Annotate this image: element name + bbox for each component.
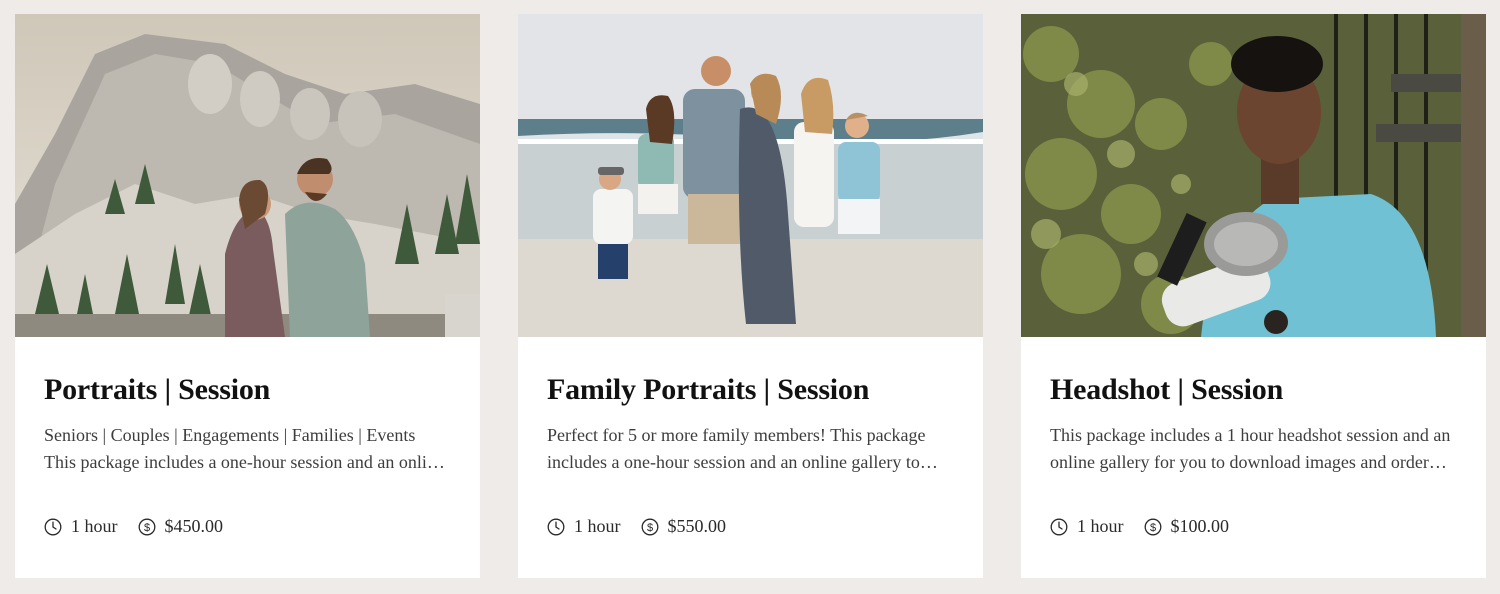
duration-text: 1 hour xyxy=(71,516,118,536)
price: $ $550.00 xyxy=(641,516,727,537)
clock-icon xyxy=(44,518,62,535)
duration: 1 hour xyxy=(1050,516,1124,537)
service-card-portraits[interactable]: Portraits | Session Seniors | Couples | … xyxy=(15,14,480,578)
price-text: $100.00 xyxy=(1170,516,1230,536)
service-photo-family[interactable] xyxy=(518,14,983,337)
service-card-headshot[interactable]: Headshot | Session This package includes… xyxy=(1021,14,1486,578)
duration-text: 1 hour xyxy=(1077,516,1124,536)
dollar-circle-icon: $ xyxy=(641,518,658,535)
service-title[interactable]: Family Portraits | Session xyxy=(547,373,954,406)
price: $ $100.00 xyxy=(1144,516,1230,537)
price: $ $450.00 xyxy=(138,516,224,537)
clock-icon xyxy=(1050,518,1068,535)
dollar-circle-icon: $ xyxy=(1144,518,1161,535)
service-photo-portraits[interactable] xyxy=(15,14,480,337)
price-text: $550.00 xyxy=(667,516,727,536)
service-meta: 1 hour $ $450.00 xyxy=(44,516,243,537)
service-grid: Portraits | Session Seniors | Couples | … xyxy=(0,0,1500,594)
dollar-circle-icon: $ xyxy=(138,518,155,535)
service-description: Perfect for 5 or more family members! Th… xyxy=(547,425,926,472)
service-photo-headshot[interactable] xyxy=(1021,14,1486,337)
duration: 1 hour xyxy=(547,516,621,537)
service-description: Seniors | Couples | Engagements | Famili… xyxy=(44,425,444,472)
duration-text: 1 hour xyxy=(574,516,621,536)
svg-text:$: $ xyxy=(143,522,149,534)
service-title[interactable]: Portraits | Session xyxy=(44,373,451,406)
svg-text:$: $ xyxy=(646,522,652,534)
service-title[interactable]: Headshot | Session xyxy=(1050,373,1457,406)
clock-icon xyxy=(547,518,565,535)
service-card-family-portraits[interactable]: Family Portraits | Session Perfect for 5… xyxy=(518,14,983,578)
duration: 1 hour xyxy=(44,516,118,537)
service-description: This package includes a 1 hour headshot … xyxy=(1050,425,1451,472)
service-meta: 1 hour $ $100.00 xyxy=(1050,516,1249,537)
price-text: $450.00 xyxy=(164,516,224,536)
svg-text:$: $ xyxy=(1149,522,1155,534)
service-meta: 1 hour $ $550.00 xyxy=(547,516,746,537)
